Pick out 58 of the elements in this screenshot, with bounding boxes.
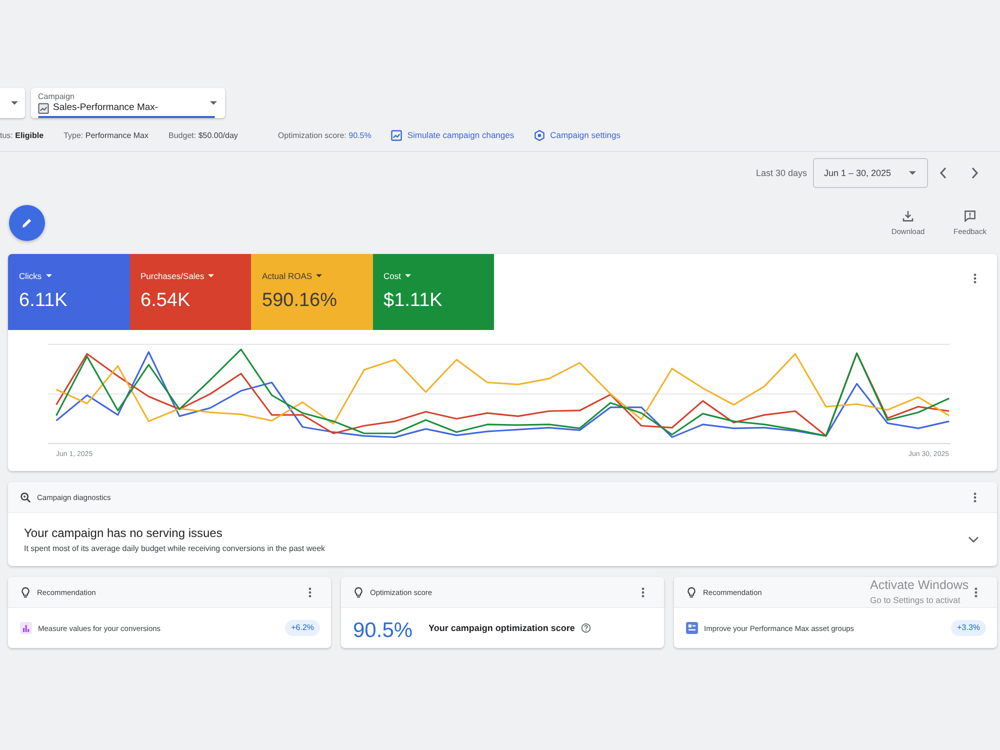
more-options-icon[interactable] bbox=[308, 586, 312, 598]
metric-selector[interactable]: Clicks bbox=[19, 271, 52, 281]
optimization-score: 90.5% bbox=[353, 619, 413, 643]
date-preset-label: Last 30 days bbox=[756, 168, 807, 178]
chevron-left-icon[interactable] bbox=[939, 167, 947, 179]
activation-notice-text: Go to Settings to activat bbox=[870, 595, 960, 605]
lightbulb-icon bbox=[686, 586, 697, 598]
metric-value: 590.16% bbox=[262, 290, 338, 312]
campaign-info: Budget: $50.00/day bbox=[168, 130, 238, 140]
more-options-icon[interactable] bbox=[973, 273, 977, 284]
more-options-icon[interactable] bbox=[641, 586, 645, 598]
caret-icon bbox=[11, 101, 18, 105]
download-icon bbox=[902, 210, 914, 222]
caret-icon bbox=[210, 101, 217, 105]
more-options-icon[interactable] bbox=[974, 586, 978, 598]
diagnostics-heading: Your campaign has no serving issues bbox=[24, 526, 222, 540]
line-chart-icon bbox=[391, 130, 402, 140]
pencil-icon bbox=[21, 217, 33, 229]
metric-value: 6.11K bbox=[19, 290, 68, 312]
chevron-down-icon[interactable] bbox=[968, 536, 979, 543]
caret-icon bbox=[404, 274, 411, 278]
more-options-icon[interactable] bbox=[973, 492, 977, 502]
help-icon[interactable] bbox=[580, 623, 591, 633]
campaign-info: Type: Performance Max bbox=[64, 130, 149, 140]
metric-tile[interactable]: Purchases/Sales 6.54K bbox=[130, 254, 251, 330]
score-uplift-badge: +3.3% bbox=[951, 620, 986, 636]
activation-notice-title: Activate Windows bbox=[870, 578, 969, 593]
score-heading: Your campaign optimization score bbox=[428, 623, 575, 633]
campaign-info: tus: Eligible bbox=[0, 130, 44, 140]
chevron-right-icon[interactable] bbox=[971, 167, 979, 179]
caret-icon bbox=[208, 274, 214, 278]
score-uplift-badge: +6.2% bbox=[285, 620, 320, 636]
campaign-dropdown[interactable]: Campaign Sales-Performance Max- bbox=[31, 88, 225, 118]
magnifier-icon bbox=[20, 492, 31, 502]
diagnostics-detail: It spent most of its average daily budget while receiving conversions in the past week bbox=[24, 544, 326, 554]
metric-selector[interactable]: Purchases/Sales bbox=[140, 271, 214, 281]
settings-icon bbox=[534, 130, 546, 140]
metric-tile[interactable]: Clicks 6.11K bbox=[8, 254, 130, 330]
metric-value: $1.11K bbox=[384, 290, 442, 312]
caret-icon bbox=[46, 274, 52, 278]
feedback-icon bbox=[964, 210, 976, 222]
caret-icon bbox=[316, 274, 322, 278]
lightbulb-icon bbox=[20, 586, 31, 598]
bar-chart-icon bbox=[20, 622, 32, 634]
settings-link[interactable]: Campaign settings bbox=[534, 130, 621, 140]
metric-selector[interactable]: Actual ROAS bbox=[262, 271, 322, 281]
caret-icon bbox=[909, 171, 916, 175]
simulate-link[interactable]: Simulate campaign changes bbox=[391, 130, 514, 140]
lightbulb-icon bbox=[353, 586, 364, 598]
metric-value: 6.54K bbox=[140, 290, 190, 312]
edit-button[interactable] bbox=[9, 205, 45, 241]
layout-icon bbox=[686, 622, 698, 634]
date-range-dropdown[interactable]: Jun 1 – 30, 2025 bbox=[813, 158, 928, 188]
metric-tile[interactable]: Actual ROAS 590.16% bbox=[251, 254, 372, 330]
metric-tile[interactable]: Cost $1.11K bbox=[372, 254, 494, 330]
campaign-info: Optimization score: 90.5% bbox=[278, 130, 372, 140]
line-chart-icon bbox=[38, 102, 49, 114]
metric-selector[interactable]: Cost bbox=[384, 271, 411, 281]
